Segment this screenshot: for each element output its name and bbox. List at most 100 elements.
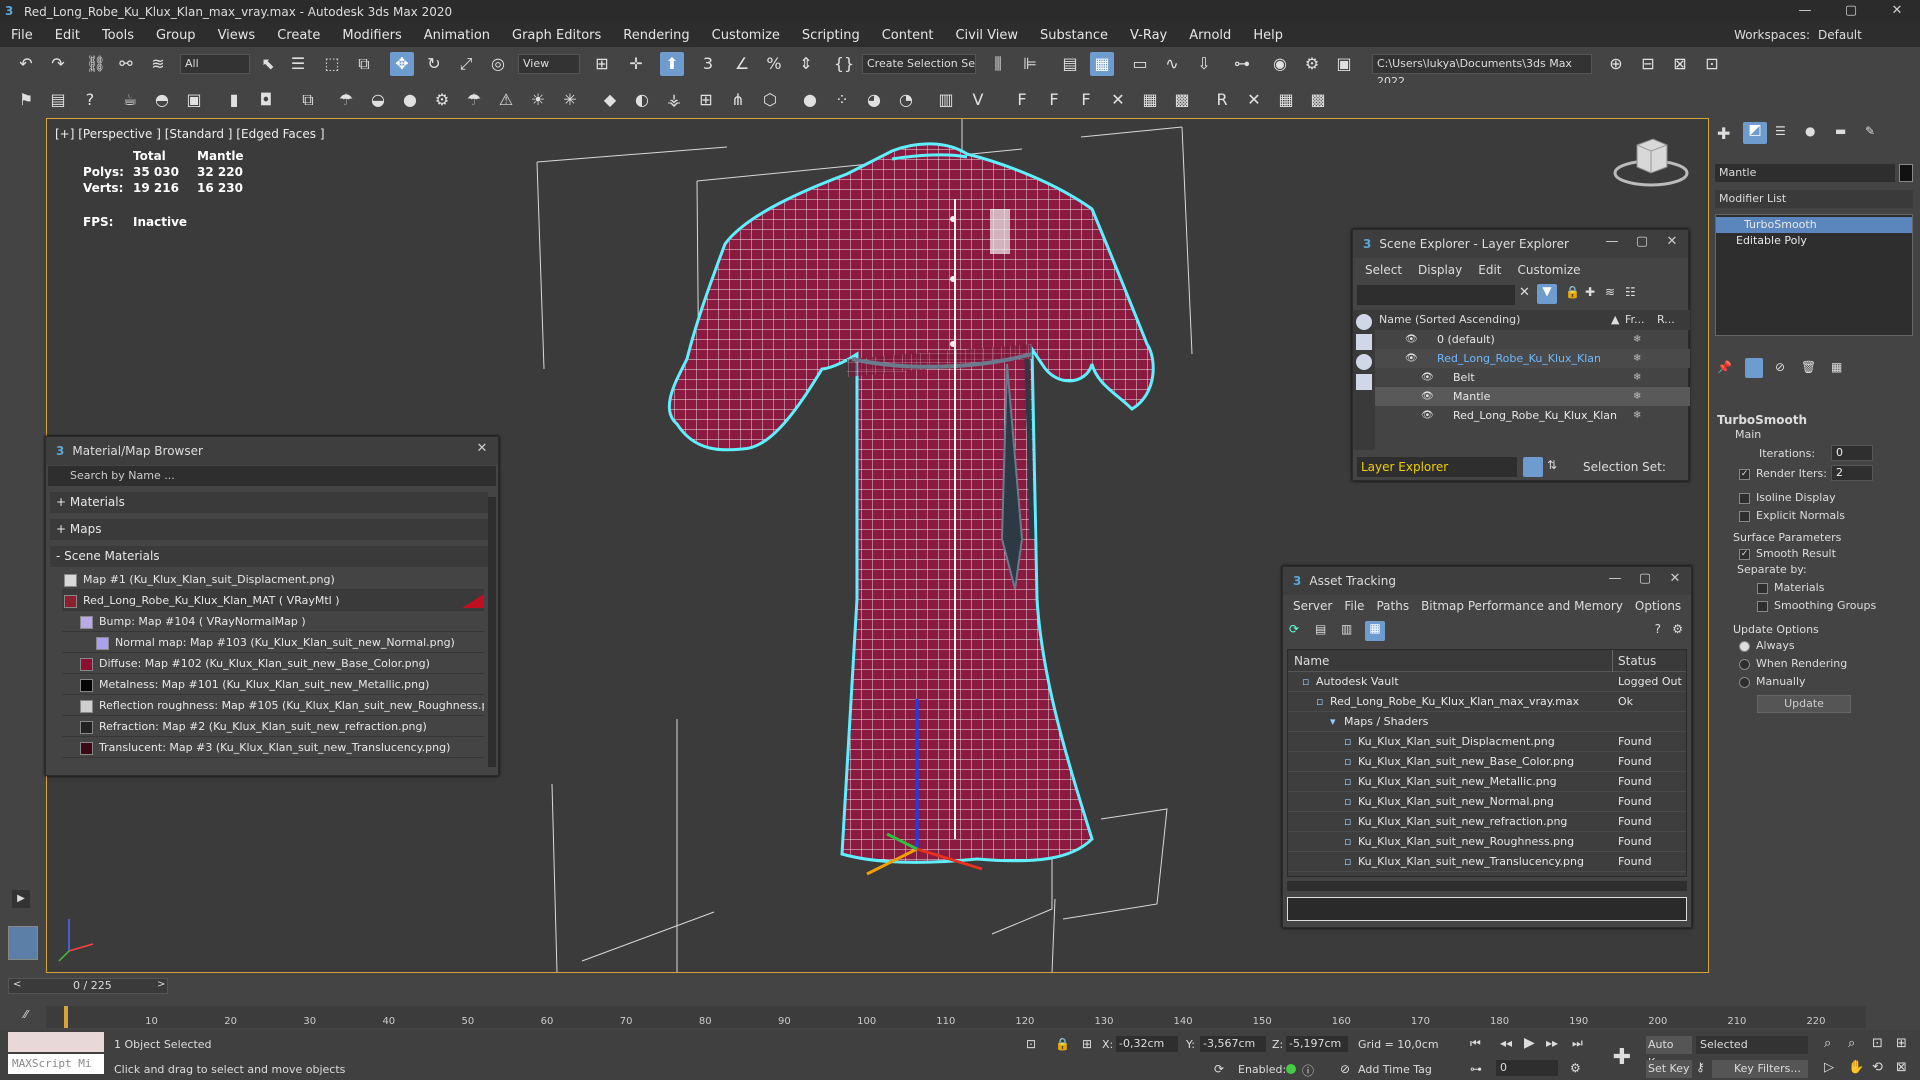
visibility-eye-icon[interactable]: 👁 bbox=[1421, 387, 1434, 406]
se-menu-display[interactable]: Display bbox=[1410, 263, 1470, 277]
expand-layout-icon[interactable]: ▶ bbox=[12, 890, 30, 908]
object-color-swatch[interactable] bbox=[1899, 164, 1913, 182]
camera-tool-icon[interactable]: ◘ bbox=[254, 88, 278, 112]
visibility-eye-icon[interactable]: 👁 bbox=[1405, 349, 1418, 368]
light-lister-icon[interactable]: ◔ bbox=[894, 88, 918, 112]
select-rotate-icon[interactable]: ↻ bbox=[422, 52, 446, 76]
select-by-name-icon[interactable]: ☰ bbox=[286, 52, 310, 76]
asset-row[interactable]: ▫ Ku_Klux_Klan_suit_new_Translucency.png F… bbox=[1288, 852, 1686, 872]
mirror-icon[interactable]: ⫼ bbox=[986, 52, 1010, 76]
tools-cross-icon[interactable]: ✕ bbox=[1106, 88, 1130, 112]
manually-row[interactable]: Manually bbox=[1739, 675, 1806, 688]
key-mode-icon[interactable]: ⊶ bbox=[1470, 1062, 1482, 1076]
update-button[interactable]: Update bbox=[1757, 695, 1851, 713]
asset-row[interactable]: ▫ Ku_Klux_Klan_suit_new_Metallic.png Found bbox=[1288, 772, 1686, 792]
display-all-icon[interactable] bbox=[1356, 334, 1372, 350]
material-sphere-icon[interactable]: ● bbox=[798, 88, 822, 112]
stack-editable-poly[interactable]: Editable Poly bbox=[1716, 233, 1912, 249]
material-list-item[interactable]: Bump: Map #104 ( VRayNormalMap ) bbox=[62, 611, 484, 632]
asset-hscroll[interactable] bbox=[1287, 881, 1687, 891]
render-setup-icon[interactable]: ⚙ bbox=[1300, 52, 1324, 76]
current-frame-field[interactable]: 0 bbox=[1496, 1060, 1558, 1076]
display-tab-icon[interactable]: ▬ bbox=[1835, 124, 1846, 138]
vray-sphere-icon[interactable]: ◐ bbox=[630, 88, 654, 112]
iterations-spinner[interactable]: 0 bbox=[1831, 445, 1873, 461]
configure-sets-icon[interactable]: ▦ bbox=[1831, 360, 1842, 374]
time-slider-prev-icon[interactable]: < bbox=[13, 979, 21, 990]
light-tool-icon-6[interactable]: ⚠ bbox=[494, 88, 518, 112]
track-bar[interactable]: 10 20 30 40 50 60 70 80 90 100 110 120 130 140 150 160 1… bbox=[46, 1006, 1866, 1028]
select-scale-icon[interactable]: ⤢ bbox=[454, 52, 478, 76]
frame-buffer-icon[interactable]: ▥ bbox=[934, 88, 958, 112]
at-menu-bitmap[interactable]: Bitmap Performance and Memory bbox=[1415, 599, 1629, 613]
fp-icon-3[interactable]: F bbox=[1074, 88, 1098, 112]
dope-sheet-icon[interactable]: ⇩ bbox=[1192, 52, 1216, 76]
isolate-selection-icon[interactable]: ⊡ bbox=[1026, 1037, 1036, 1051]
display-none-icon[interactable] bbox=[1356, 314, 1372, 330]
absolute-mode-icon[interactable]: ⊞ bbox=[1082, 1037, 1092, 1051]
material-search-input[interactable]: Search by Name ... bbox=[48, 466, 496, 486]
scene-explorer-row[interactable]: 👁 0 (default) ❄ bbox=[1375, 330, 1690, 349]
vray-tool-icon-4[interactable]: ⊞ bbox=[694, 88, 718, 112]
menu-customize[interactable]: Customize bbox=[701, 28, 791, 43]
project-new-icon[interactable]: ⊠ bbox=[1668, 52, 1692, 76]
zoom-extents-all-icon[interactable]: ⊞ bbox=[1896, 1036, 1907, 1051]
menu-group[interactable]: Group bbox=[145, 28, 207, 43]
asset-tracking-maximize[interactable]: ▢ bbox=[1635, 571, 1655, 586]
visibility-eye-icon[interactable]: 👁 bbox=[1421, 368, 1434, 387]
selection-set-dropdown[interactable]: Create Selection Se bbox=[862, 54, 976, 74]
smooth-result-row[interactable]: ✓ Smooth Result bbox=[1739, 547, 1836, 560]
explorer-type-dropdown[interactable]: Layer Explorer bbox=[1357, 457, 1517, 477]
list-view-icon[interactable]: ▤ bbox=[1315, 622, 1326, 636]
explicit-normals-row[interactable]: Explicit Normals bbox=[1739, 509, 1845, 522]
when-rendering-row[interactable]: When Rendering bbox=[1739, 657, 1847, 670]
pin-stack-icon[interactable]: 📌 bbox=[1717, 360, 1732, 374]
key-selection-dropdown[interactable]: Selected bbox=[1696, 1036, 1808, 1054]
material-list-item[interactable]: Red_Long_Robe_Ku_Klux_Klan_MAT ( VRayMtl… bbox=[62, 590, 484, 611]
goto-start-icon[interactable]: ⏮ bbox=[1470, 1036, 1481, 1051]
percent-snap-icon[interactable]: % bbox=[762, 52, 786, 76]
object-name-field[interactable]: Mantle bbox=[1715, 164, 1895, 182]
asset-col-name[interactable]: Name bbox=[1294, 650, 1329, 672]
pan-icon[interactable]: ✋ bbox=[1848, 1060, 1864, 1075]
menu-substance[interactable]: Substance bbox=[1029, 28, 1119, 43]
scene-explorer-maximize[interactable]: ▢ bbox=[1632, 234, 1652, 249]
material-browser-header[interactable]: 3 Material/Map Browser ✕ bbox=[46, 437, 498, 465]
render-iters-spinner[interactable]: 2 bbox=[1831, 465, 1873, 481]
light-tool-icon-1[interactable]: ☂ bbox=[334, 88, 358, 112]
visibility-eye-icon[interactable]: 👁 bbox=[1421, 406, 1434, 425]
utilities-tab-icon[interactable]: ✎ bbox=[1865, 124, 1875, 138]
se-menu-customize[interactable]: Customize bbox=[1510, 263, 1589, 277]
settings-icon[interactable]: ⚙ bbox=[1672, 622, 1683, 636]
play-icon[interactable]: ▶ bbox=[1524, 1035, 1535, 1051]
freeze-icon[interactable]: ❄ bbox=[1633, 368, 1641, 387]
bind-spacewarp-icon[interactable]: ≋ bbox=[146, 52, 170, 76]
stack-turbosmooth[interactable]: TurboSmooth bbox=[1716, 217, 1912, 233]
redo-icon[interactable]: ↷ bbox=[46, 52, 70, 76]
col-name-header[interactable]: Name (Sorted Ascending) bbox=[1379, 313, 1520, 326]
at-menu-file[interactable]: File bbox=[1338, 599, 1370, 613]
grid-icon-2[interactable]: ▩ bbox=[1170, 88, 1194, 112]
menu-animation[interactable]: Animation bbox=[413, 28, 501, 43]
align-icon[interactable]: ⊫ bbox=[1018, 52, 1042, 76]
material-list-item[interactable]: Refraction: Map #2 (Ku_Klux_Klan_suit_ne… bbox=[62, 716, 484, 737]
asset-row[interactable]: ▫ Ku_Klux_Klan_suit_new_Base_Color.png Fou… bbox=[1288, 752, 1686, 772]
layer-explorer-icon[interactable]: ▦ bbox=[1090, 52, 1114, 76]
create-tab-icon[interactable]: ✚ bbox=[1717, 124, 1730, 143]
project-open-icon[interactable]: ⊟ bbox=[1636, 52, 1660, 76]
angle-snap-icon[interactable]: ∠ bbox=[730, 52, 754, 76]
make-unique-icon[interactable]: ⊘ bbox=[1775, 360, 1785, 374]
set-key-big-icon[interactable]: ✚ bbox=[1604, 1044, 1640, 1072]
placement-icon[interactable]: ◎ bbox=[486, 52, 510, 76]
viewport-layout-tab[interactable] bbox=[8, 926, 38, 960]
select-move-icon[interactable]: ✥ bbox=[390, 52, 414, 76]
group-scene-materials[interactable]: - Scene Materials bbox=[50, 546, 488, 567]
zoom-extents-icon[interactable]: ⊡ bbox=[1872, 1036, 1883, 1051]
menu-modifiers[interactable]: Modifiers bbox=[331, 28, 412, 43]
material-list-item[interactable]: Metalness: Map #101 (Ku_Klux_Klan_suit_n… bbox=[62, 674, 484, 695]
lock-icon[interactable]: 🔒 bbox=[1565, 285, 1580, 299]
selection-filter-dropdown[interactable]: All bbox=[180, 54, 250, 74]
group-materials[interactable]: + Materials bbox=[50, 492, 488, 513]
fur-icon[interactable]: ⋔ bbox=[726, 88, 750, 112]
table-view-icon[interactable]: ▦ bbox=[1365, 621, 1385, 641]
